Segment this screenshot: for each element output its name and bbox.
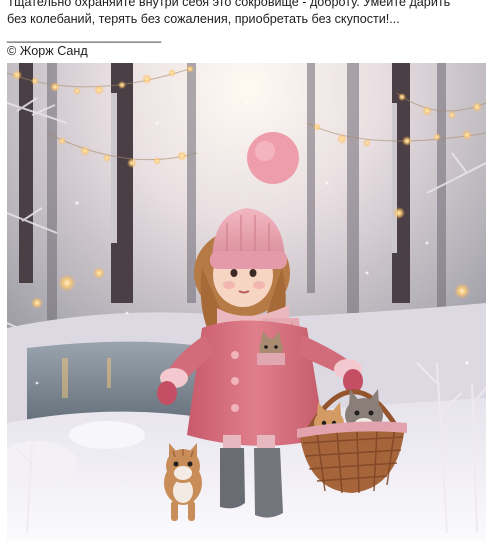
post-text-line-1: Тщательно охраняйте внутри себя это сокр… — [7, 0, 451, 9]
post-text-line-2: без колебаний, терять без сожаления, при… — [7, 12, 400, 26]
feed-post: Тщательно охраняйте внутри себя это сокр… — [0, 0, 497, 549]
post-photo[interactable] — [7, 63, 486, 541]
quote-author: © Жорж Санд — [7, 44, 88, 58]
post-text: Тщательно охраняйте внутри себя это сокр… — [7, 0, 491, 45]
winter-girl-illustration — [7, 63, 486, 541]
boot-right — [254, 448, 283, 518]
hat-pompom — [247, 132, 299, 184]
boot-left — [220, 448, 245, 509]
